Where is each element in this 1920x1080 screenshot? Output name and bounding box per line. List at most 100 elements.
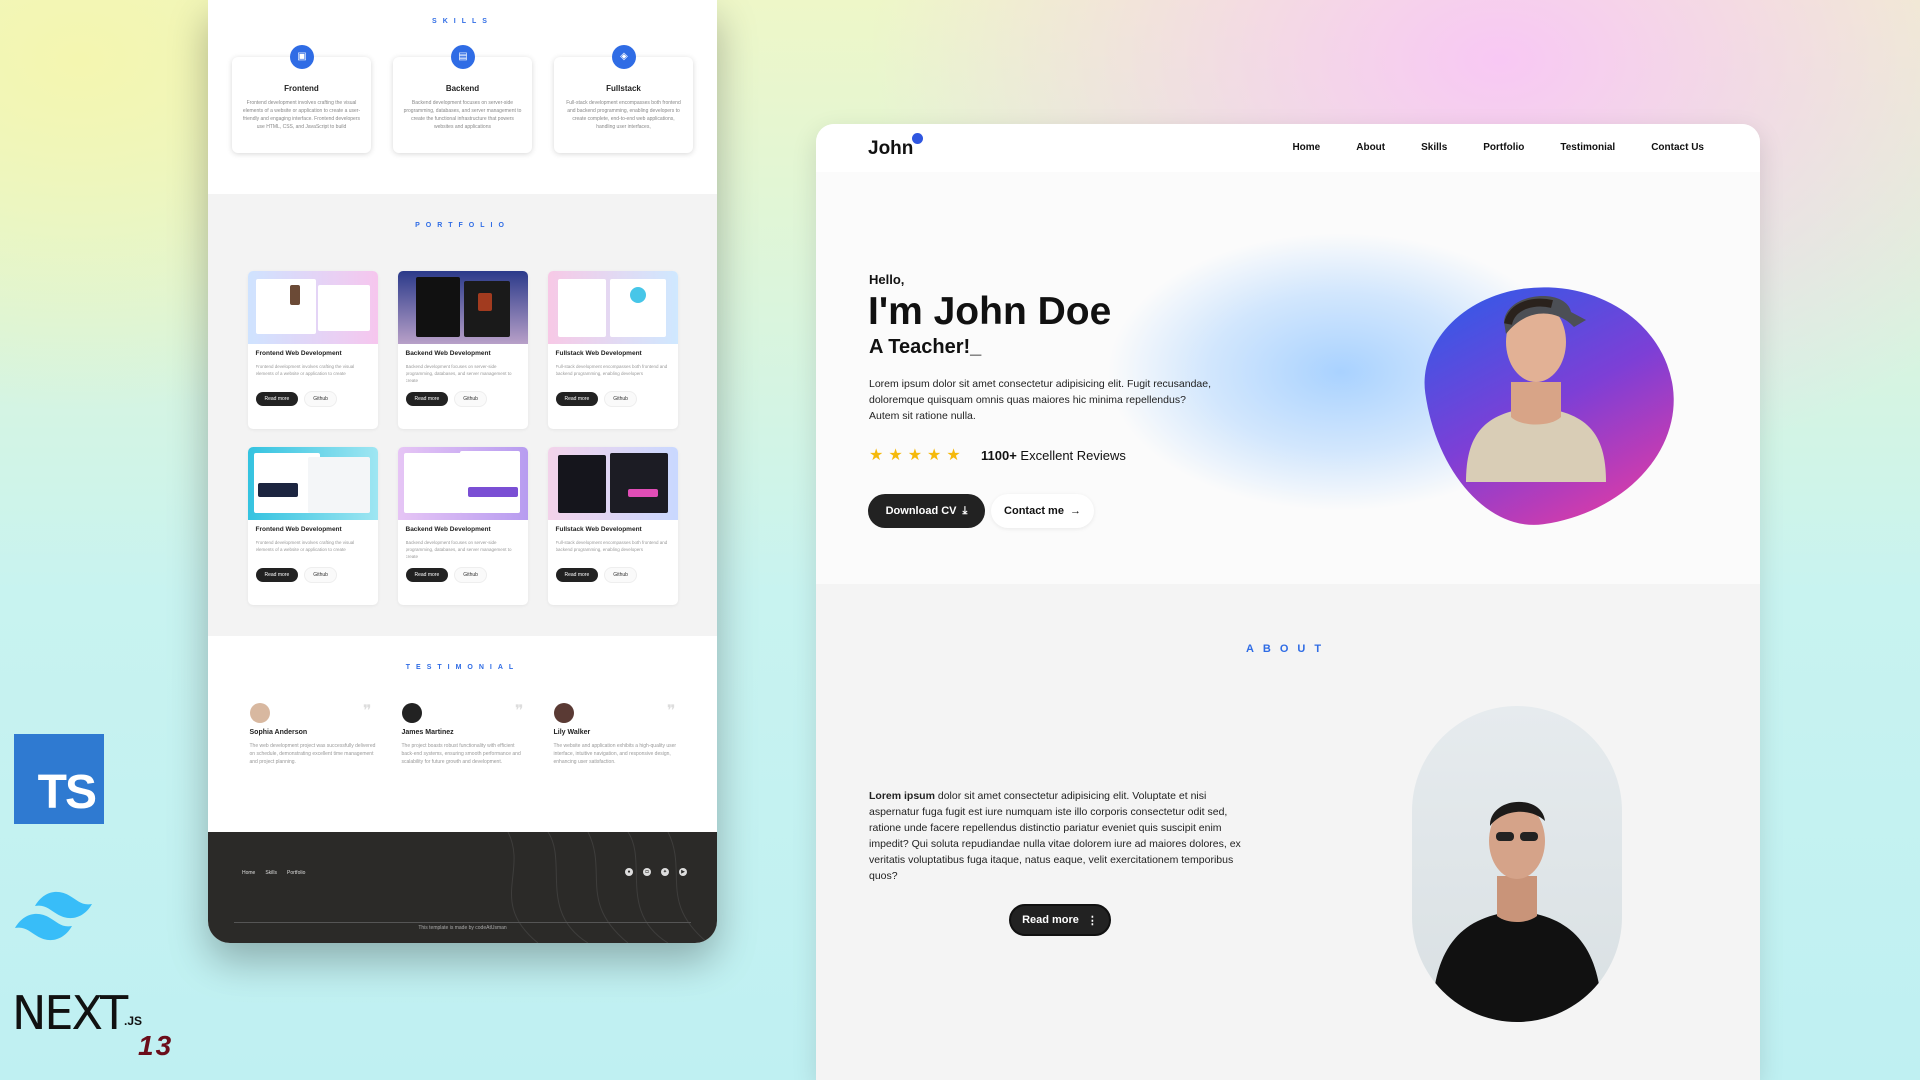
portfolio-title: Frontend Web Development: [255, 350, 342, 357]
portfolio-desc: Backend development focuses on server-si…: [405, 364, 512, 383]
portfolio-desc: Backend development focuses on server-si…: [405, 540, 512, 559]
nav-skills[interactable]: Skills: [1421, 142, 1447, 153]
testimonial-text: The web development project was successf…: [249, 743, 376, 765]
about-body: dolor sit amet consectetur adipisicing e…: [869, 790, 1241, 882]
portfolio-desc: Frontend development involves crafting t…: [255, 364, 355, 376]
layers-icon: ◈: [612, 45, 636, 69]
nav-about[interactable]: About: [1356, 142, 1385, 153]
about-photo: [1412, 706, 1622, 1022]
contact-me-button[interactable]: Contact me →: [991, 494, 1094, 528]
skills-section: SKILLS ▣ Frontend Frontend development i…: [208, 0, 717, 194]
portfolio-card: Fullstack Web Development Full-stack dev…: [547, 271, 678, 429]
nextjs-word: NEXT: [12, 986, 128, 1040]
skill-card-backend: ▤ Backend Backend development focuses on…: [393, 45, 532, 153]
portfolio-thumbnail: [247, 271, 378, 344]
hero-section: Hello, I'm John Doe A Teacher!_ Lorem ip…: [816, 172, 1760, 584]
hero-intro: Lorem ipsum dolor sit amet consectetur a…: [869, 378, 1211, 422]
skill-desc: Full-stack development encompasses both …: [566, 100, 681, 130]
portfolio-title: Backend Web Development: [405, 526, 491, 533]
quote-icon: ❞: [362, 701, 372, 720]
read-more-button[interactable]: Read more: [255, 392, 299, 406]
footer-divider: [234, 922, 691, 923]
portfolio-card: Backend Web Development Backend developm…: [397, 271, 528, 429]
star-icon: ★: [888, 447, 903, 464]
portfolio-title: Backend Web Development: [405, 350, 491, 357]
read-more-button[interactable]: Read more: [405, 392, 449, 406]
portfolio-title: Frontend Web Development: [255, 526, 342, 533]
rating-stars: ★ ★ ★ ★ ★: [869, 445, 961, 465]
testimonial-section: TESTIMONIAL ❞ Sophia Anderson The web de…: [208, 636, 717, 832]
testimonial-text: The website and application exhibits a h…: [553, 743, 677, 765]
skill-name: Frontend: [284, 84, 319, 93]
nav-portfolio[interactable]: Portfolio: [1483, 142, 1524, 153]
avatar: [553, 703, 574, 723]
nav-testimonial[interactable]: Testimonial: [1560, 142, 1615, 153]
portfolio-section: PORTFOLIO Frontend Web Development Front…: [208, 194, 717, 636]
github-button[interactable]: Github: [604, 391, 637, 407]
read-more-button[interactable]: Read more: [555, 392, 599, 406]
portfolio-title: PORTFOLIO: [415, 222, 510, 229]
testimonial-card: ❞ James Martinez The project boasts robu…: [398, 701, 528, 766]
testimonial-name: James Martinez: [401, 729, 454, 736]
portfolio-thumbnail: [247, 447, 378, 520]
avatar: [249, 703, 270, 723]
portfolio-desc: Frontend development involves crafting t…: [255, 540, 355, 552]
about-text: Lorem ipsum dolor sit amet consectetur a…: [869, 788, 1249, 884]
skill-name: Fullstack: [606, 84, 641, 93]
read-more-button[interactable]: Read more: [255, 568, 299, 582]
hero-portrait: [1466, 295, 1606, 482]
reviews-label: Excellent Reviews: [1020, 448, 1126, 463]
nav-home[interactable]: Home: [1292, 142, 1320, 153]
github-icon[interactable]: ●: [625, 868, 633, 876]
github-button[interactable]: Github: [604, 567, 637, 583]
avatar: [401, 703, 422, 723]
testimonial-text: The project boasts robust functionality …: [401, 743, 521, 765]
download-icon: ⤓: [962, 504, 968, 517]
testimonial-card: ❞ Sophia Anderson The web development pr…: [246, 701, 376, 766]
portfolio-desc: Full-stack development encompasses both …: [555, 540, 668, 552]
typescript-logo: TS: [14, 734, 104, 824]
github-button[interactable]: Github: [304, 567, 337, 583]
portfolio-card: Frontend Web Development Frontend develo…: [247, 271, 378, 429]
portfolio-thumbnail: [547, 447, 678, 520]
github-button[interactable]: Github: [454, 567, 487, 583]
portfolio-thumbnail: [397, 271, 528, 344]
read-more-label: Read more: [1022, 914, 1079, 926]
logo[interactable]: John: [868, 138, 913, 160]
skill-card-fullstack: ◈ Fullstack Full-stack development encom…: [554, 45, 693, 153]
twitter-icon[interactable]: ✦: [661, 868, 669, 876]
skill-card-frontend: ▣ Frontend Frontend development involves…: [232, 45, 371, 153]
contact-me-label: Contact me: [1004, 505, 1064, 517]
nextjs-version: 13: [138, 1030, 174, 1061]
github-button[interactable]: Github: [304, 391, 337, 407]
instagram-icon[interactable]: ◘: [643, 868, 651, 876]
github-button[interactable]: Github: [454, 391, 487, 407]
nav-contact[interactable]: Contact Us: [1651, 142, 1704, 153]
tailwind-logo: [15, 891, 92, 941]
skill-desc: Backend development focuses on server-si…: [403, 100, 522, 130]
download-cv-button[interactable]: Download CV ⤓: [868, 494, 985, 528]
about-section: ABOUT Lorem ipsum dolor sit amet consect…: [816, 584, 1760, 1080]
quote-icon: ❞: [514, 701, 524, 720]
portfolio-card: Frontend Web Development Frontend develo…: [247, 447, 378, 605]
more-vertical-icon: ⋮: [1086, 914, 1098, 927]
testimonial-name: Lily Walker: [553, 729, 591, 736]
nextjs-js: .JS: [124, 1014, 143, 1028]
read-more-button[interactable]: Read more: [555, 568, 599, 582]
right-preview: John Home About Skills Portfolio Testimo…: [816, 124, 1760, 1080]
monitor-icon: ▣: [290, 45, 314, 69]
youtube-icon[interactable]: ▶: [679, 868, 687, 876]
copyright: This template is made by codeAtUsman: [418, 925, 507, 931]
star-icon: ★: [946, 447, 961, 464]
reviews-count: 1100+: [981, 448, 1017, 463]
portfolio-thumbnail: [547, 271, 678, 344]
about-read-more-button[interactable]: Read more ⋮: [1009, 904, 1111, 936]
typescript-logo-text: TS: [37, 766, 97, 819]
testimonial-card: ❞ Lily Walker The website and applicatio…: [550, 701, 680, 766]
skills-title: SKILLS: [432, 18, 493, 25]
navbar: John Home About Skills Portfolio Testimo…: [816, 124, 1760, 172]
portfolio-card: Fullstack Web Development Full-stack dev…: [547, 447, 678, 605]
download-cv-label: Download CV: [885, 505, 957, 517]
testimonial-title: TESTIMONIAL: [405, 664, 520, 671]
read-more-button[interactable]: Read more: [405, 568, 449, 582]
